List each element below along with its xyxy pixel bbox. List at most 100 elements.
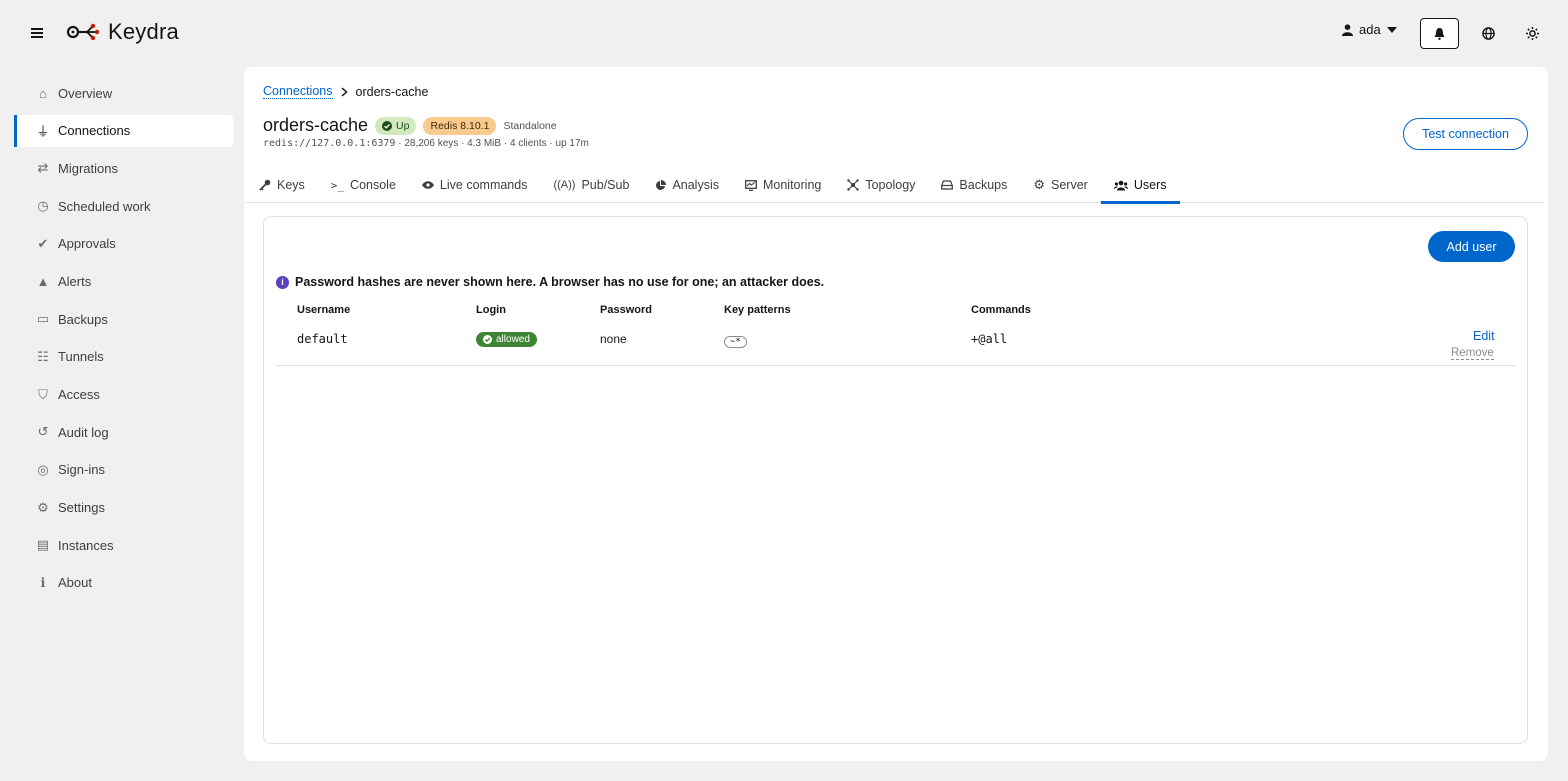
terminal-icon: >_ (330, 178, 345, 192)
check-circle-icon (382, 120, 393, 131)
tab-console[interactable]: >_ Console (318, 167, 409, 203)
info-icon: i (276, 275, 289, 289)
tab-topology[interactable]: Topology (834, 167, 928, 203)
info-icon: ℹ (40, 574, 46, 590)
tab-bar: Keys >_ Console Live commands ((A)) Pub/… (246, 167, 1544, 204)
sun-icon (1525, 26, 1539, 40)
tab-users[interactable]: Users (1100, 167, 1180, 204)
users-icon (1113, 180, 1128, 190)
top-bar: Keydra ada (0, 0, 1568, 66)
notice-text: Password hashes are never shown here. A … (295, 275, 825, 289)
theme-toggle-button[interactable] (1521, 22, 1543, 44)
column-header-login: Login (476, 304, 506, 316)
login-cell: allowed (476, 332, 537, 347)
fingerprint-icon: ◎ (37, 461, 49, 477)
bell-icon: ▲ (36, 273, 50, 289)
app-name: Keydra (108, 19, 179, 44)
breadcrumb: Connections orders-cache (263, 84, 428, 99)
bell-icon (1434, 27, 1445, 40)
column-header-commands: Commands (971, 304, 1031, 316)
connection-summary: redis://127.0.0.1:6379 · 28,206 keys · 4… (263, 138, 589, 149)
clock-icon: ◷ (37, 198, 49, 214)
info-notice: i Password hashes are never shown here. … (276, 275, 824, 289)
sidebar: ⌂ Overview ⏚ Connections ⇄ Migrations ◷ Sche… (0, 77, 240, 605)
sidebar-item-backups[interactable]: ▭ Backups (14, 303, 233, 335)
sidebar-item-migrations[interactable]: ⇄ Migrations (14, 152, 233, 184)
sidebar-item-audit-log[interactable]: ↺ Audit log (14, 416, 233, 448)
gear-icon: ⚙ (37, 499, 49, 515)
column-header-password: Password (600, 304, 652, 316)
user-check-icon: ✔ (37, 235, 49, 251)
sidebar-item-settings[interactable]: ⚙ Settings (14, 492, 233, 524)
home-icon: ⌂ (39, 85, 47, 101)
tab-keys[interactable]: Keys (246, 167, 318, 203)
add-user-button[interactable]: Add user (1428, 231, 1515, 262)
user-menu[interactable]: ada (1342, 22, 1397, 37)
topology-icon (847, 179, 860, 191)
mode-label: Standalone (503, 119, 557, 132)
key-pattern-chip: ~* (724, 336, 747, 348)
version-badge: Redis 8.10.1 (423, 116, 497, 135)
sidebar-item-instances[interactable]: ▤ Instances (14, 529, 233, 561)
check-circle-icon (483, 335, 492, 344)
brand[interactable]: Keydra (66, 18, 179, 46)
user-icon (1342, 23, 1353, 36)
commands-cell: +@all (971, 332, 1008, 346)
key-patterns-cell: ~* (724, 333, 747, 348)
drive-icon (941, 180, 954, 190)
test-connection-button[interactable]: Test connection (1403, 118, 1528, 150)
tab-live-commands[interactable]: Live commands (409, 167, 541, 203)
keydra-logo-icon (66, 23, 100, 41)
sidebar-item-scheduled-work[interactable]: ◷ Scheduled work (14, 190, 233, 222)
tab-backups[interactable]: Backups (928, 167, 1020, 203)
server-icon: ▤ (36, 537, 50, 553)
connection-address: redis://127.0.0.1:6379 (263, 138, 396, 149)
edit-user-button[interactable]: Edit (1473, 329, 1495, 343)
hamburger-menu-icon[interactable] (28, 22, 46, 44)
column-header-username: Username (297, 304, 351, 316)
sidebar-item-overview[interactable]: ⌂ Overview (14, 77, 233, 109)
pie-icon (656, 179, 667, 190)
sidebar-item-connections[interactable]: ⏚ Connections (14, 114, 233, 147)
tab-analysis[interactable]: Analysis (642, 167, 732, 203)
page-title: orders-cache (263, 115, 369, 135)
gear-icon: ⚙ (1033, 177, 1046, 192)
column-header-key-patterns: Key patterns (724, 304, 791, 316)
login-status-badge: allowed (476, 332, 537, 347)
tab-server[interactable]: ⚙ Server (1020, 167, 1100, 203)
notifications-button[interactable] (1420, 18, 1459, 49)
username-cell: default (297, 332, 348, 346)
sidebar-item-alerts[interactable]: ▲ Alerts (14, 265, 233, 297)
language-button[interactable] (1477, 22, 1499, 44)
eye-icon (421, 181, 434, 189)
tab-monitoring[interactable]: Monitoring (732, 167, 834, 203)
breadcrumb-link-connections[interactable]: Connections (263, 84, 333, 99)
caret-down-icon (1386, 26, 1397, 33)
sidebar-item-access[interactable]: ⛉ Access (14, 379, 233, 411)
tab-pub-sub[interactable]: ((A)) Pub/Sub (540, 167, 642, 203)
shield-icon: ⛉ (38, 386, 48, 402)
remove-user-button[interactable]: Remove (1451, 347, 1494, 360)
connection-stats: · 28,206 keys · 4.3 MiB · 4 clients · up… (395, 138, 589, 149)
sidebar-item-tunnels[interactable]: ☷ Tunnels (14, 341, 233, 373)
history-icon: ↺ (37, 424, 49, 440)
row-divider (276, 365, 1515, 366)
sidebar-item-about[interactable]: ℹ About (14, 567, 233, 599)
broadcast-icon: ((A)) (553, 179, 576, 191)
drive-icon: ▭ (36, 311, 50, 327)
sidebar-item-approvals[interactable]: ✔ Approvals (14, 228, 233, 260)
user-name: ada (1359, 22, 1381, 37)
plug-icon: ⏚ (36, 124, 50, 140)
globe-icon (1481, 26, 1495, 40)
key-icon (259, 179, 271, 191)
chevron-right-icon (341, 86, 348, 97)
sidebar-item-sign-ins[interactable]: ◎ Sign-ins (14, 454, 233, 486)
monitor-icon (745, 179, 757, 191)
arrows-icon: ⇄ (37, 160, 49, 176)
breadcrumb-current: orders-cache (355, 84, 429, 99)
status-badge: Up (375, 116, 417, 135)
network-icon: ☷ (37, 348, 49, 364)
connection-header: orders-cache Up Redis 8.10.1 Standalone (263, 115, 557, 136)
main-content: Connections orders-cache orders-cache Up… (244, 67, 1548, 761)
password-cell: none (600, 332, 627, 346)
